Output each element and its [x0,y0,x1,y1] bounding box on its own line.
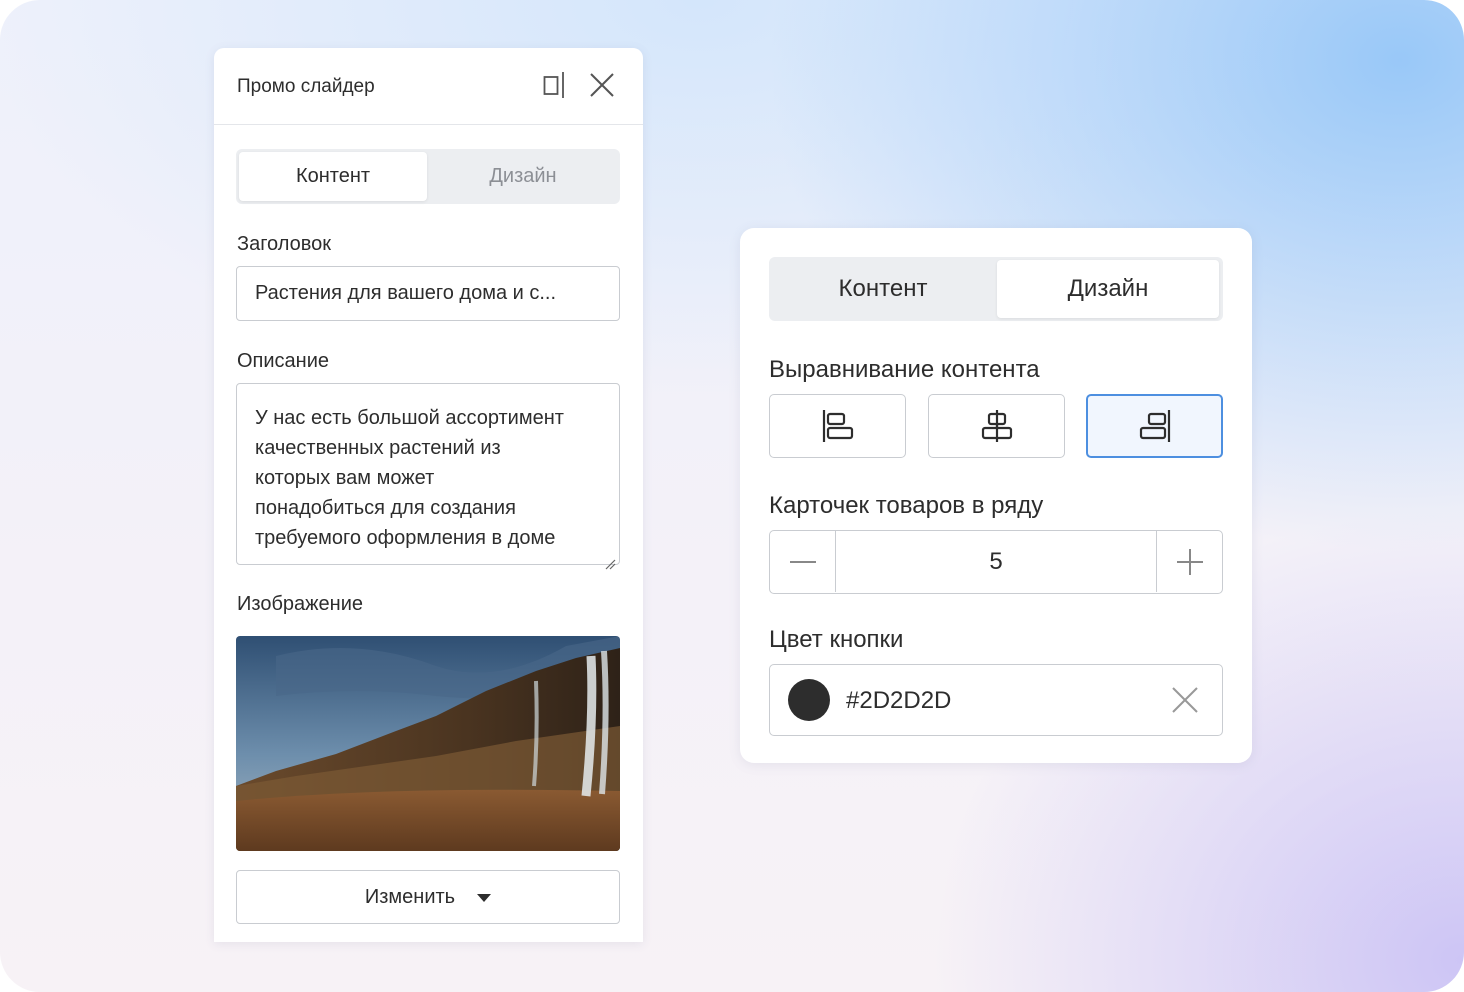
image-label: Изображение [237,593,363,615]
tab-switcher: Контент Дизайн [769,257,1223,321]
description-textarea[interactable]: У нас есть большой ассортимент качествен… [236,383,620,570]
plus-icon [1176,548,1203,575]
close-icon[interactable] [587,70,617,100]
decrement-button[interactable] [770,531,836,592]
dock-panel-icon[interactable] [542,70,572,100]
clear-icon[interactable] [1170,685,1200,715]
align-center-button[interactable] [928,394,1065,458]
cards-per-row-value[interactable]: 5 [836,531,1156,592]
description-line: требуемого оформления в доме [255,527,556,549]
cards-per-row-label: Карточек товаров в ряду [769,492,1044,519]
description-line: У нас есть большой ассортимент [255,407,564,429]
tab-content[interactable]: Контент [239,152,427,201]
description-label: Описание [237,350,330,372]
align-right-icon [1139,410,1170,442]
panel-header: Промо слайдер [214,48,643,125]
minus-icon [789,560,816,563]
button-color-field[interactable]: #2D2D2D [769,664,1223,736]
description-line: качественных растений из [255,437,501,459]
color-swatch[interactable] [788,679,830,721]
resize-grip-icon[interactable] [604,549,616,570]
color-value: #2D2D2D [846,687,952,714]
background: Промо слайдер Контент Дизайн Заголовок Р… [0,0,1464,992]
panel-title: Промо слайдер [237,76,375,97]
change-button[interactable]: Изменить [236,870,620,924]
tab-switcher: Контент Дизайн [236,149,620,204]
description-line: понадобиться для создания [255,497,516,519]
promo-slider-panel: Промо слайдер Контент Дизайн Заголовок Р… [214,48,643,942]
heading-input[interactable]: Растения для вашего дома и с... [236,266,620,321]
waterfall-image[interactable] [236,636,620,851]
description-line: которых вам может [255,467,435,489]
align-center-icon [981,410,1012,442]
align-right-button[interactable] [1086,394,1223,458]
align-left-icon [822,410,853,442]
tab-content[interactable]: Контент [772,260,994,318]
change-button-label: Изменить [364,885,456,908]
heading-label: Заголовок [237,233,332,255]
button-color-label: Цвет кнопки [769,626,904,653]
chevron-down-icon [477,894,492,902]
cards-per-row-stepper: 5 [769,530,1223,594]
tab-design[interactable]: Дизайн [429,152,617,201]
tab-design[interactable]: Дизайн [997,260,1219,318]
align-left-button[interactable] [769,394,906,458]
increment-button[interactable] [1156,531,1222,592]
design-settings-panel: Контент Дизайн Выравнивание контента Кар… [740,228,1252,763]
alignment-label: Выравнивание контента [769,356,1040,383]
